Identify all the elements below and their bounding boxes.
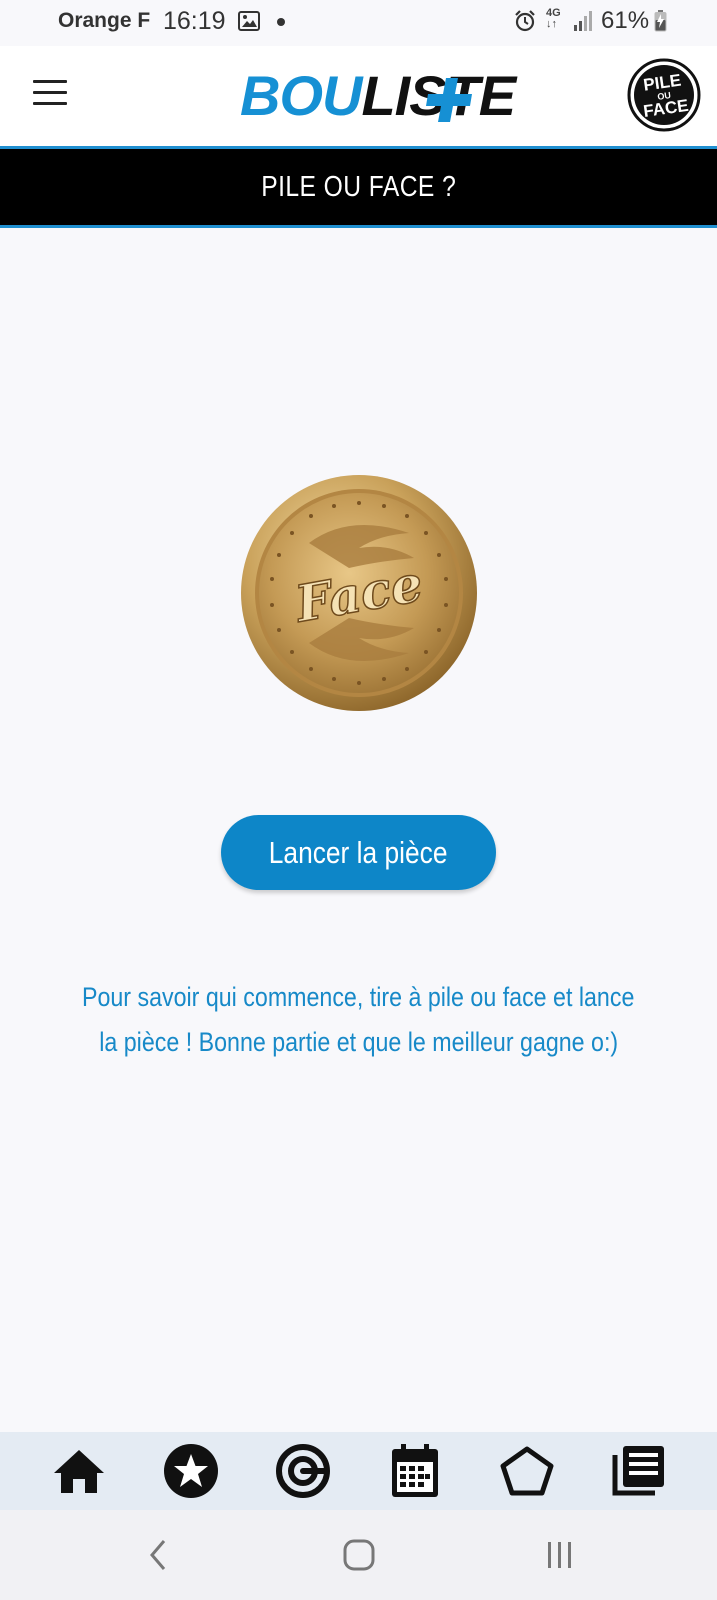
nav-target[interactable]: [273, 1442, 333, 1500]
page-title-bar: PILE OU FACE ?: [0, 146, 717, 228]
home-square-icon: [343, 1539, 375, 1571]
alarm-icon: [515, 10, 535, 32]
nav-news[interactable]: [609, 1442, 669, 1500]
nav-favorites[interactable]: [161, 1442, 221, 1500]
status-bar: Orange F 16:19 4G ↓↑ 61%: [0, 0, 717, 46]
pile-ou-face-badge-icon[interactable]: PILE OU FACE: [627, 58, 701, 132]
system-back-button[interactable]: [133, 1532, 183, 1578]
signal-icon: [574, 11, 592, 31]
app-bar: BOULISTE PILE OU FACE: [0, 46, 717, 146]
pentagon-icon: [500, 1446, 554, 1496]
logo-part-blue: BOU: [240, 64, 362, 127]
nav-calendar[interactable]: [385, 1442, 445, 1500]
hamburger-menu-button[interactable]: [33, 80, 69, 110]
recents-icon: [548, 1542, 571, 1568]
instructions-text: Pour savoir qui commence, tire à pile ou…: [30, 975, 687, 1065]
toss-coin-button[interactable]: Lancer la pièce: [221, 815, 496, 890]
menu-line-icon: [33, 80, 67, 83]
bottom-navigation: [0, 1432, 717, 1510]
nav-pentagon[interactable]: [497, 1442, 557, 1500]
menu-line-icon: [33, 91, 67, 94]
battery-level: 61%: [601, 7, 650, 34]
star-icon: [164, 1444, 218, 1498]
instructions-line-2: la pièce ! Bonne partie et que le meille…: [99, 1027, 618, 1057]
system-navigation-bar: [0, 1510, 717, 1600]
system-recents-button[interactable]: [535, 1532, 585, 1578]
home-icon: [54, 1450, 104, 1493]
page-title: PILE OU FACE ?: [260, 170, 456, 203]
battery-charging-icon: [654, 10, 667, 32]
system-home-button[interactable]: [334, 1532, 384, 1578]
logo-plus-icon: [426, 78, 472, 122]
target-icon: [276, 1444, 330, 1498]
back-chevron-icon: [150, 1540, 166, 1570]
network-type: 4G ↓↑: [546, 7, 561, 30]
notification-dot: [277, 18, 285, 26]
image-notification-icon: [238, 11, 260, 31]
carrier-label: Orange F: [58, 9, 151, 32]
toss-button-label: Lancer la pièce: [269, 834, 448, 870]
news-icon: [612, 1446, 664, 1496]
clock: 16:19: [163, 7, 226, 35]
coin-image: Face: [241, 475, 477, 711]
instructions-line-1: Pour savoir qui commence, tire à pile ou…: [82, 982, 635, 1012]
calendar-icon: [392, 1444, 438, 1497]
nav-home[interactable]: [49, 1442, 109, 1500]
menu-line-icon: [33, 102, 67, 105]
